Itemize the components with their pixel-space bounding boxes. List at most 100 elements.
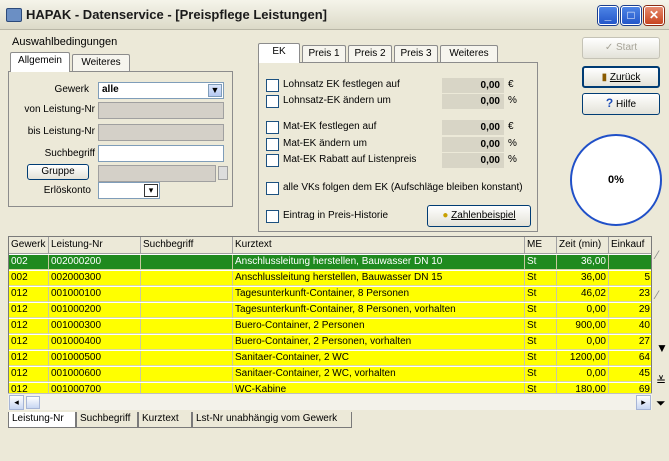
- minimize-button[interactable]: _: [598, 6, 618, 25]
- cell-kurztext: Anschlussleitung herstellen, Bauwasser D…: [233, 255, 525, 270]
- cell-kurztext: Sanitaer-Container, 2 WC: [233, 351, 525, 366]
- prev-page-icon[interactable]: ⁄: [656, 288, 658, 302]
- lohnsatz-aendern-value[interactable]: 0,00: [442, 94, 504, 109]
- col-header-leistung-nr[interactable]: Leistung-Nr: [49, 237, 141, 254]
- von-leistung-label: von Leistung-Nr: [24, 104, 95, 115]
- help-icon: ?: [605, 96, 614, 110]
- sort-tab-kurztext[interactable]: Kurztext: [138, 412, 192, 428]
- sort-tab-leistung-nr[interactable]: Leistung-Nr: [8, 412, 76, 428]
- tab-preis2[interactable]: Preis 2: [348, 45, 392, 63]
- title-bar: HAPAK - Datenservice - [Preispflege Leis…: [0, 0, 669, 30]
- col-header-me[interactable]: ME: [525, 237, 557, 254]
- horizontal-scrollbar[interactable]: ◂ ▸: [8, 393, 652, 410]
- cell-kurztext: Anschlussleitung herstellen, Bauwasser D…: [233, 271, 525, 286]
- mat-festlegen-checkbox[interactable]: [266, 121, 279, 134]
- chevron-down-icon[interactable]: ▾: [144, 184, 158, 197]
- von-leistung-input[interactable]: [98, 102, 224, 119]
- leistungen-table[interactable]: Gewerk Leistung-Nr Suchbegriff Kurztext …: [8, 236, 652, 410]
- bis-leistung-label: bis Leistung-Nr: [27, 126, 95, 137]
- zurueck-label: Zurück: [609, 72, 641, 83]
- preis-historie-label: Eintrag in Preis-Historie: [283, 210, 389, 221]
- tab-ek[interactable]: EK: [258, 43, 300, 63]
- chevron-down-icon[interactable]: ▼: [208, 84, 222, 97]
- table-row[interactable]: 012 001000300 Buero-Container, 2 Personen S…: [9, 319, 651, 334]
- erloskonto-select[interactable]: ▾: [98, 182, 160, 199]
- start-button[interactable]: ✓ Start: [582, 37, 660, 59]
- mat-rabatt-value[interactable]: 0,00: [442, 153, 504, 168]
- record-navigator: ⁄ ⁄ ▼ ≚ ⏷: [655, 236, 669, 410]
- exit-icon: ▮: [601, 72, 608, 83]
- first-record-icon[interactable]: ⁄: [656, 248, 658, 262]
- col-header-gewerk[interactable]: Gewerk: [9, 237, 49, 254]
- cell-einkauf: 23: [609, 287, 651, 302]
- cell-gewerk: 012: [9, 351, 49, 366]
- gewerk-select[interactable]: alle ▼: [98, 82, 224, 99]
- table-row[interactable]: 012 001000200 Tagesunterkunft-Container, 8…: [9, 303, 651, 318]
- preis-historie-checkbox[interactable]: [266, 210, 279, 223]
- gruppe-input[interactable]: [98, 165, 216, 182]
- scroll-right-icon[interactable]: ▸: [636, 395, 651, 410]
- vk-folgen-checkbox[interactable]: [266, 182, 279, 195]
- tab-preis1[interactable]: Preis 1: [302, 45, 346, 63]
- tab-allgemein[interactable]: Allgemein: [10, 52, 70, 72]
- cell-gewerk: 002: [9, 271, 49, 286]
- close-button[interactable]: ✕: [644, 6, 664, 25]
- table-row[interactable]: 002 002000200 Anschlussleitung herstellen,…: [9, 255, 651, 270]
- gruppe-button[interactable]: Gruppe: [27, 164, 89, 180]
- table-row[interactable]: 012 001000400 Buero-Container, 2 Personen,…: [9, 335, 651, 350]
- mat-aendern-value[interactable]: 0,00: [442, 137, 504, 152]
- tab-preis3[interactable]: Preis 3: [394, 45, 438, 63]
- progress-value: 0%: [608, 174, 624, 186]
- mat-festlegen-value[interactable]: 0,00: [442, 120, 504, 135]
- table-row[interactable]: 012 001000100 Tagesunterkunft-Container, 8…: [9, 287, 651, 302]
- lightbulb-icon: ●: [442, 210, 449, 221]
- filter-panel: Gewerk alle ▼ von Leistung-Nr bis Leistu…: [8, 71, 233, 207]
- tab-weiteres-filter[interactable]: Weiteres: [72, 54, 130, 72]
- zurueck-button[interactable]: ▮ Zurück: [582, 66, 660, 88]
- sort-tab-suchbegriff[interactable]: Suchbegriff: [76, 412, 138, 428]
- mat-aendern-checkbox[interactable]: [266, 138, 279, 151]
- mat-rabatt-unit: %: [508, 154, 517, 165]
- cell-me: St: [525, 271, 557, 286]
- col-header-kurztext[interactable]: Kurztext: [233, 237, 525, 254]
- mat-festlegen-unit: €: [508, 121, 514, 132]
- gewerk-value: alle: [102, 84, 119, 95]
- mat-rabatt-checkbox[interactable]: [266, 154, 279, 167]
- cell-gewerk: 012: [9, 319, 49, 334]
- col-header-suchbegriff[interactable]: Suchbegriff: [141, 237, 233, 254]
- cell-zeit: 0,00: [557, 303, 609, 318]
- zahlenbeispiel-button[interactable]: ● Zahlenbeispiel: [427, 205, 531, 227]
- erloskonto-label: Erlöskonto: [43, 185, 91, 196]
- tab-weiteres-ek[interactable]: Weiteres: [440, 45, 498, 63]
- lohnsatz-festlegen-unit: €: [508, 79, 514, 90]
- cell-me: St: [525, 351, 557, 366]
- table-row[interactable]: 012 001000600 Sanitaer-Container, 2 WC, vo…: [9, 367, 651, 382]
- last-record-icon[interactable]: ⏷: [656, 396, 666, 411]
- cell-zeit: 36,00: [557, 255, 609, 270]
- cell-suchbegriff: [141, 351, 233, 366]
- scroll-left-icon[interactable]: ◂: [9, 395, 24, 410]
- table-row[interactable]: 012 001000500 Sanitaer-Container, 2 WC St 12…: [9, 351, 651, 366]
- hilfe-label: Hilfe: [616, 99, 637, 110]
- vk-folgen-label: alle VKs folgen dem EK (Aufschläge bleib…: [283, 182, 523, 193]
- col-header-einkauf[interactable]: Einkauf: [609, 237, 651, 254]
- lohnsatz-aendern-checkbox[interactable]: [266, 95, 279, 108]
- trash-icon[interactable]: [218, 166, 228, 180]
- sort-tab-unabhaengig[interactable]: Lst-Nr unabhängig vom Gewerk: [192, 412, 352, 428]
- lohnsatz-festlegen-checkbox[interactable]: [266, 79, 279, 92]
- lohnsatz-aendern-label: Lohnsatz-EK ändern um: [283, 95, 391, 106]
- maximize-button[interactable]: □: [621, 6, 641, 25]
- lohnsatz-festlegen-value[interactable]: 0,00: [442, 78, 504, 93]
- table-row[interactable]: 002 002000300 Anschlussleitung herstellen,…: [9, 271, 651, 286]
- mat-rabatt-label: Mat-EK Rabatt auf Listenpreis: [283, 154, 417, 165]
- hilfe-button[interactable]: ? Hilfe: [582, 93, 660, 115]
- scroll-thumb[interactable]: [26, 396, 40, 409]
- cell-leistung-nr: 001000300: [49, 319, 141, 334]
- col-header-zeit[interactable]: Zeit (min): [557, 237, 609, 254]
- bis-leistung-input[interactable]: [98, 124, 224, 141]
- suchbegriff-input[interactable]: [98, 145, 224, 162]
- cell-zeit: 900,00: [557, 319, 609, 334]
- next-page-icon[interactable]: ≚: [656, 374, 666, 388]
- next-record-icon[interactable]: ▼: [656, 341, 668, 355]
- cell-leistung-nr: 001000600: [49, 367, 141, 382]
